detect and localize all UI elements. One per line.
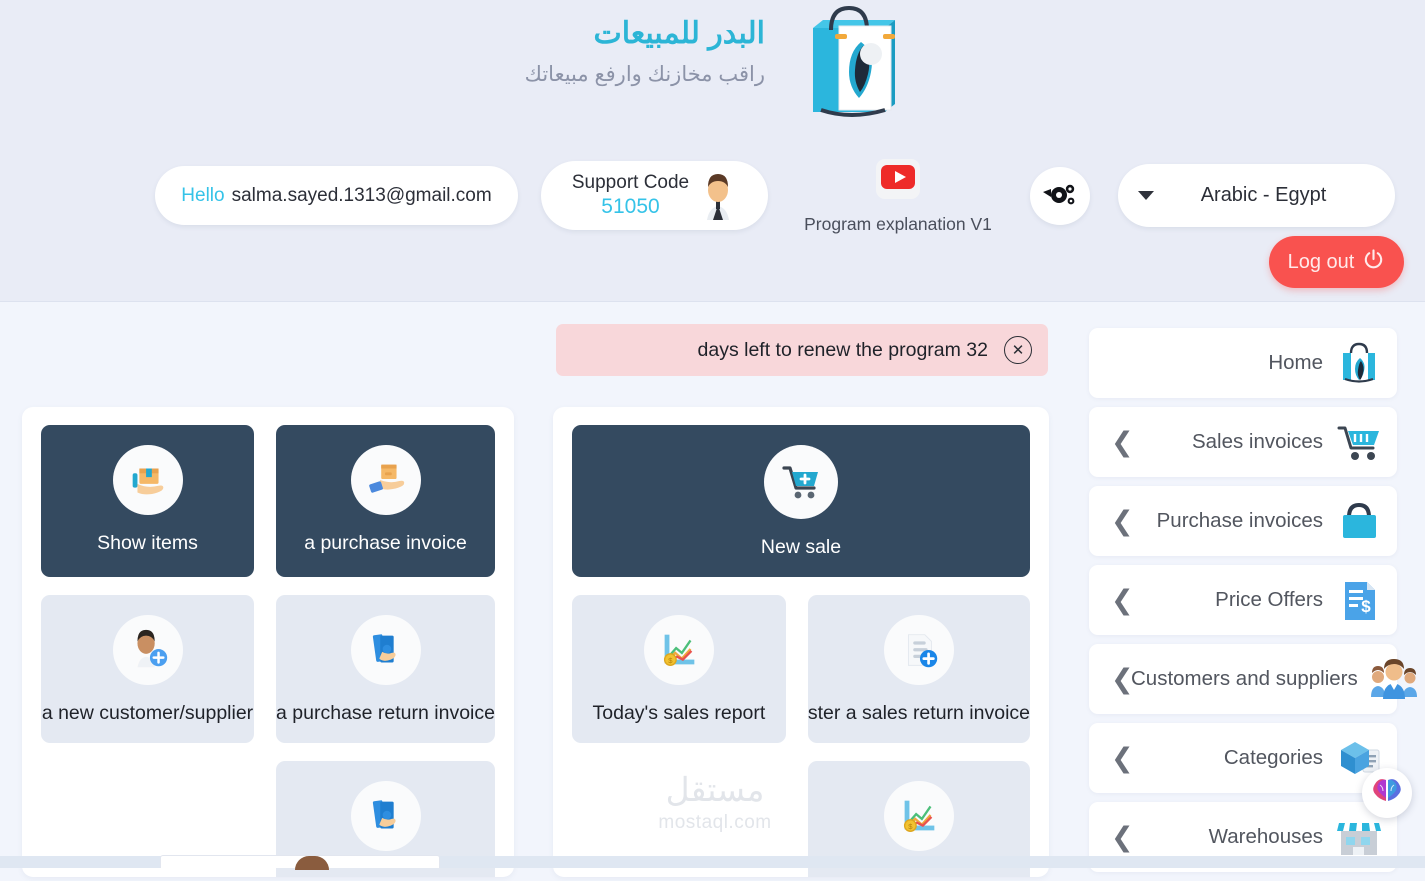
shopping-cart-icon — [1335, 420, 1383, 464]
program-explanation-label: Program explanation V1 — [804, 214, 992, 234]
box-in-hand-icon — [112, 445, 183, 515]
logout-label: Log out — [1287, 250, 1355, 273]
user-email: salma.sayed.1313@gmail.com — [231, 184, 492, 206]
home-bag-icon — [1335, 341, 1383, 385]
youtube-play-icon[interactable] — [871, 155, 925, 205]
add-user-icon — [112, 615, 183, 685]
tile-label: ster a sales return invoice — [807, 702, 1030, 724]
support-code-label: Support Code — [571, 171, 690, 193]
storefront-icon — [1335, 815, 1383, 859]
chevron-left-icon[interactable]: ❮ — [1111, 587, 1134, 614]
left-quick-actions-card: Show items a purchase invoice a new cust… — [22, 407, 514, 877]
brand-subtitle: راقب مخازنك وارفع مبيعاتك — [524, 63, 765, 86]
center-quick-actions-card: New sale $ Today's sales report ster a s… — [553, 407, 1049, 877]
svg-text:$: $ — [668, 656, 673, 665]
sidebar-item-label: Purchase invoices — [1156, 509, 1323, 532]
tile-label: a new customer/supplier — [41, 702, 254, 724]
sidebar-item-label: Home — [1268, 351, 1323, 374]
renewal-notice-text: days left to renew the program 32 — [697, 338, 989, 361]
navigation-sidebar: ❮ Home ❮ Sales invoices — [1089, 328, 1417, 881]
ai-assistant-button[interactable] — [1362, 768, 1412, 818]
package-card-payment-icon — [350, 445, 421, 515]
page-title: البدر للمبيعات — [593, 17, 765, 50]
sidebar-item-purchase-invoices[interactable]: ❮ Purchase invoices — [1089, 486, 1397, 556]
program-explanation-link[interactable]: Program explanation V1 — [793, 155, 1003, 235]
support-code-pill: Support Code 51050 — [541, 161, 768, 230]
power-icon — [1362, 248, 1385, 277]
sidebar-item-customers-and-suppliers[interactable]: ❮ Customers and suppliers — [1089, 644, 1417, 714]
header-band: البدر للمبيعات راقب مخازنك وارفع مبيعاتك… — [0, 0, 1425, 302]
price-document-icon: $ — [1335, 578, 1383, 622]
svg-text:$: $ — [908, 822, 913, 831]
tile-purchase-return-invoice[interactable]: a purchase return invoice — [276, 595, 495, 743]
sidebar-item-label: Customers and suppliers — [1131, 667, 1358, 690]
chevron-left-icon[interactable]: ❮ — [1111, 508, 1134, 535]
tile-label: a purchase return invoice — [276, 702, 495, 724]
sidebar-item-label: Price Offers — [1215, 588, 1323, 611]
support-agent-avatar-icon — [695, 172, 741, 220]
language-selector[interactable]: Arabic - Egypt — [1118, 164, 1395, 227]
add-document-icon — [883, 615, 954, 685]
tile-sales-return-invoice[interactable]: ster a sales return invoice — [807, 595, 1030, 743]
tile-show-items[interactable]: Show items — [41, 425, 255, 577]
brand-row: البدر للمبيعات راقب مخازنك وارفع مبيعاتك — [0, 0, 1425, 132]
chevron-left-icon[interactable]: ❮ — [1111, 666, 1134, 693]
close-icon[interactable]: ✕ — [1004, 336, 1032, 364]
support-code-value: 51050 — [601, 195, 660, 219]
brain-ai-icon[interactable] — [1370, 776, 1404, 811]
chevron-down-icon[interactable] — [1138, 191, 1154, 200]
shopping-bag-logo-icon — [783, 0, 913, 120]
chevron-left-icon[interactable]: ❮ — [1111, 745, 1134, 772]
sidebar-item-label: Sales invoices — [1191, 430, 1323, 453]
svg-text:$: $ — [1361, 597, 1371, 616]
settings-button[interactable] — [1030, 167, 1090, 225]
tile-label: Show items — [97, 532, 198, 554]
logout-button[interactable]: Log out — [1269, 236, 1404, 288]
cash-in-hand-icon — [350, 615, 421, 685]
sales-chart-icon: $ — [643, 615, 714, 685]
tile-purchase-invoice[interactable]: a purchase invoice — [276, 425, 495, 577]
cash-in-hand-icon — [350, 781, 421, 851]
people-group-icon — [1370, 657, 1418, 701]
gears-settings-icon[interactable] — [1043, 182, 1077, 210]
brand-text-block: البدر للمبيعات راقب مخازنك وارفع مبيعاتك — [420, 14, 765, 92]
left-tile-grid: Show items a purchase invoice a new cust… — [41, 425, 495, 877]
chevron-left-icon[interactable]: ❮ — [1111, 429, 1134, 456]
sidebar-item-home[interactable]: ❮ Home — [1089, 328, 1397, 398]
chevron-left-icon[interactable]: ❮ — [1111, 824, 1134, 851]
center-tile-grid: New sale $ Today's sales report ster a s… — [572, 425, 1030, 877]
greeting-label: Hello — [181, 184, 225, 206]
tile-new-customer-supplier[interactable]: a new customer/supplier — [41, 595, 255, 743]
add-to-cart-icon — [764, 445, 838, 519]
tile-new-sale[interactable]: New sale — [572, 425, 1030, 577]
sidebar-item-label: Categories — [1223, 746, 1323, 769]
tile-label: New sale — [760, 536, 842, 558]
sidebar-item-categories[interactable]: ❮ Categories — [1089, 723, 1397, 793]
tile-todays-sales-report[interactable]: $ Today's sales report — [572, 595, 786, 743]
tile-label: a purchase invoice — [304, 532, 467, 554]
sales-chart-icon: $ — [883, 781, 954, 851]
sidebar-item-sales-invoices[interactable]: ❮ Sales invoices — [1089, 407, 1397, 477]
language-value: Arabic - Egypt — [1200, 184, 1327, 206]
handbag-icon — [1335, 499, 1383, 543]
sidebar-item-label: Warehouses — [1208, 825, 1323, 848]
sidebar-item-price-offers[interactable]: ❮ Price Offers $ — [1089, 565, 1397, 635]
user-greeting-pill: Hello salma.sayed.1313@gmail.com — [155, 166, 518, 225]
tile-label: Today's sales report — [592, 702, 766, 724]
renewal-notice-banner: days left to renew the program 32 ✕ — [556, 324, 1048, 376]
